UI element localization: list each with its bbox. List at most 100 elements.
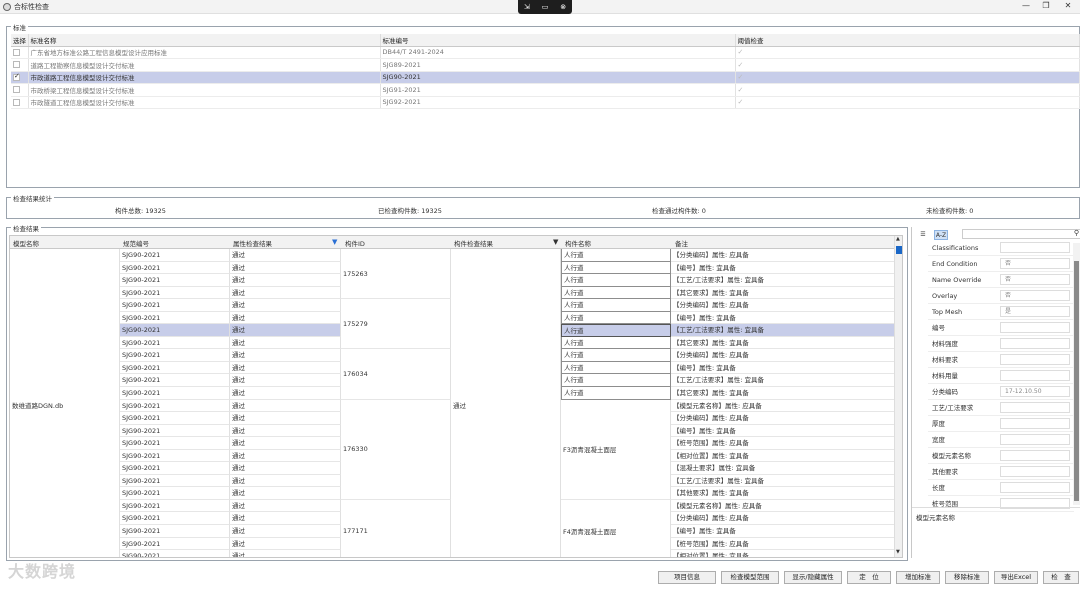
property-scrollbar[interactable]: [1073, 243, 1080, 505]
component-id-cell[interactable]: 175279: [341, 299, 451, 350]
model-name-cell[interactable]: 数维道路DGN.db: [10, 249, 120, 557]
remove-standard-button[interactable]: 移除标准: [945, 571, 989, 584]
remark-cell[interactable]: 【分类编码】属性: 应具备: [671, 299, 895, 312]
remark-cell[interactable]: 【其它要求】属性: 宜具备: [671, 336, 895, 350]
results-scrollbar[interactable]: ▲ ▼: [894, 236, 902, 557]
property-row[interactable]: 工艺/工法要求: [928, 400, 1074, 416]
attr-result-cell[interactable]: 通过: [230, 525, 341, 538]
threshold-check-cell[interactable]: ✓: [735, 96, 1080, 109]
scroll-up-icon[interactable]: ▲: [896, 236, 900, 242]
property-row[interactable]: Name Override 否: [928, 272, 1074, 288]
scroll-thumb[interactable]: [896, 246, 902, 254]
spec-code-cell[interactable]: SJG90-2021: [120, 374, 230, 388]
attr-result-cell[interactable]: 通过: [230, 274, 341, 287]
standard-row[interactable]: 市政隧道工程信息模型设计交付标准 SJG92-2021 ✓: [11, 96, 1080, 109]
attr-result-cell[interactable]: 通过: [230, 424, 341, 438]
spec-code-cell[interactable]: SJG90-2021: [120, 412, 230, 425]
spec-code-cell[interactable]: SJG90-2021: [120, 474, 230, 488]
property-row[interactable]: 宽度: [928, 432, 1074, 448]
minimize-button[interactable]: —: [1018, 1, 1034, 10]
col-component-id[interactable]: 构件ID: [345, 238, 365, 248]
attr-result-cell[interactable]: 通过: [230, 550, 341, 557]
col-component-name[interactable]: 构件名称: [565, 238, 591, 248]
standard-checkbox[interactable]: [11, 71, 29, 84]
property-value[interactable]: [1000, 354, 1070, 365]
component-result-cell[interactable]: 通过: [451, 249, 561, 557]
spec-code-cell[interactable]: SJG90-2021: [120, 487, 230, 500]
screen-icon[interactable]: ▭: [542, 3, 549, 11]
property-row[interactable]: Top Mesh 是: [928, 304, 1074, 320]
property-value[interactable]: [1000, 418, 1070, 429]
spec-code-cell[interactable]: SJG90-2021: [120, 261, 230, 275]
spec-code-cell[interactable]: SJG90-2021: [120, 424, 230, 438]
project-info-button[interactable]: 项目信息: [658, 571, 716, 584]
threshold-check-cell[interactable]: ✓: [735, 83, 1080, 97]
component-name-cell[interactable]: 人行道: [561, 361, 671, 375]
component-name-cell[interactable]: 人行道: [561, 336, 671, 350]
property-value[interactable]: [1000, 322, 1070, 333]
property-value[interactable]: [1000, 402, 1070, 413]
categorized-icon[interactable]: ☰: [916, 230, 930, 240]
remark-cell[interactable]: 【相对位置】属性: 宜具备: [671, 449, 895, 463]
standard-row[interactable]: 广东省地方标准公路工程信息模型设计应用标准 DB44/T 2491-2024 ✓: [11, 46, 1080, 59]
checkbox-icon[interactable]: [13, 98, 20, 106]
spec-code-cell[interactable]: SJG90-2021: [120, 249, 230, 262]
property-row[interactable]: 长度: [928, 480, 1074, 496]
standard-checkbox[interactable]: [11, 96, 29, 109]
attr-result-cell[interactable]: 通过: [230, 261, 341, 275]
remark-cell[interactable]: 【编号】属性: 宜具备: [671, 424, 895, 438]
spec-code-cell[interactable]: SJG90-2021: [120, 537, 230, 551]
attr-result-cell[interactable]: 通过: [230, 286, 341, 300]
component-name-cell[interactable]: F4沥青混凝土面层: [561, 499, 671, 557]
remark-cell[interactable]: 【桩号范围】属性: 应具备: [671, 537, 895, 551]
col-spec-code[interactable]: 规范编号: [123, 238, 149, 248]
property-value[interactable]: 否: [1000, 258, 1070, 269]
scroll-down-icon[interactable]: ▼: [896, 549, 900, 555]
property-row[interactable]: 编号: [928, 320, 1074, 336]
property-value[interactable]: [1000, 482, 1070, 493]
property-row[interactable]: Classifications: [928, 240, 1074, 256]
spec-code-cell[interactable]: SJG90-2021: [120, 462, 230, 475]
component-name-cell[interactable]: 人行道: [561, 274, 671, 287]
col-model-name[interactable]: 模型名称: [13, 238, 39, 248]
attr-result-cell[interactable]: 通过: [230, 474, 341, 488]
property-value[interactable]: [1000, 338, 1070, 349]
locate-button[interactable]: 定 位: [847, 571, 891, 584]
component-name-cell[interactable]: 人行道: [561, 261, 671, 275]
property-row[interactable]: 其他要求: [928, 464, 1074, 480]
col-remark[interactable]: 备注: [675, 238, 688, 248]
remark-cell[interactable]: 【工艺/工法要求】属性: 宜具备: [671, 324, 895, 337]
remark-cell[interactable]: 【分类编码】属性: 应具备: [671, 249, 895, 262]
remark-cell[interactable]: 【混凝土要求】属性: 宜具备: [671, 462, 895, 475]
spec-code-cell[interactable]: SJG90-2021: [120, 437, 230, 450]
threshold-check-cell[interactable]: ✓: [735, 58, 1080, 72]
property-row[interactable]: 材料用量: [928, 368, 1074, 384]
attr-result-cell[interactable]: 通过: [230, 487, 341, 500]
remark-cell[interactable]: 【编号】属性: 宜具备: [671, 525, 895, 538]
component-name-cell[interactable]: 人行道: [561, 374, 671, 388]
component-id-cell[interactable]: 176330: [341, 399, 451, 500]
spec-code-cell[interactable]: SJG90-2021: [120, 499, 230, 513]
property-row[interactable]: 材料要求: [928, 352, 1074, 368]
component-name-cell[interactable]: 人行道: [561, 387, 671, 400]
remark-cell[interactable]: 【桩号范围】属性: 应具备: [671, 437, 895, 450]
component-name-cell[interactable]: 人行道: [561, 324, 671, 337]
standard-row[interactable]: 市政桥梁工程信息模型设计交付标准 SJG91-2021 ✓: [11, 83, 1080, 97]
remark-cell[interactable]: 【分类编码】属性: 应具备: [671, 349, 895, 362]
export-excel-button[interactable]: 导出Excel: [994, 571, 1038, 584]
component-name-cell[interactable]: 人行道: [561, 249, 671, 262]
col-threshold-check[interactable]: 阈值检查: [735, 34, 1080, 47]
spec-code-cell[interactable]: SJG90-2021: [120, 399, 230, 413]
property-value[interactable]: [1000, 450, 1070, 461]
remark-cell[interactable]: 【其他要求】属性: 宜具备: [671, 487, 895, 500]
component-name-cell[interactable]: 人行道: [561, 311, 671, 325]
attr-result-cell[interactable]: 通过: [230, 537, 341, 551]
checkbox-icon[interactable]: [13, 72, 20, 81]
spec-code-cell[interactable]: SJG90-2021: [120, 274, 230, 287]
attr-result-cell[interactable]: 通过: [230, 361, 341, 375]
attr-result-cell[interactable]: 通过: [230, 324, 341, 337]
remark-cell[interactable]: 【其它要求】属性: 宜具备: [671, 387, 895, 400]
component-name-cell[interactable]: 人行道: [561, 349, 671, 362]
remark-cell[interactable]: 【其它要求】属性: 宜具备: [671, 286, 895, 300]
property-row[interactable]: Overlay 否: [928, 288, 1074, 304]
